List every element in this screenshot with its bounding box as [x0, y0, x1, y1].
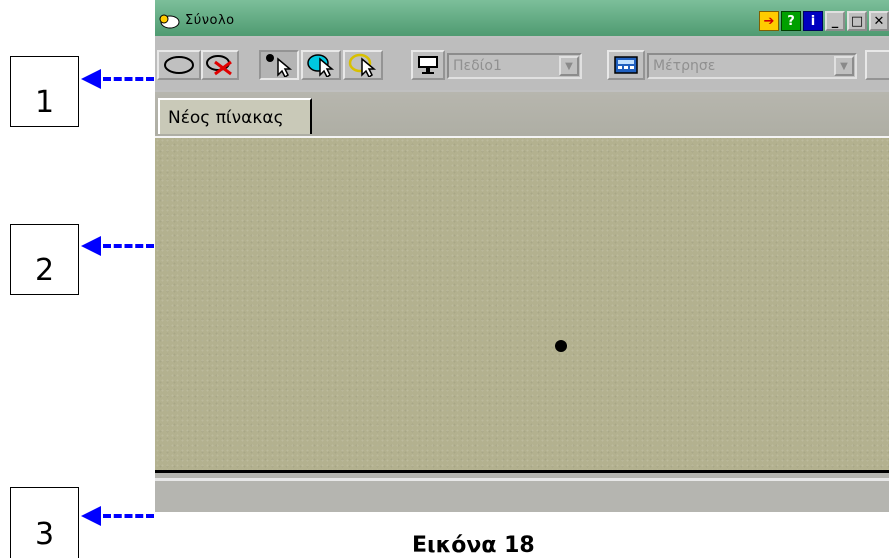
status-bar	[155, 470, 889, 512]
drawing-canvas[interactable]	[155, 138, 889, 470]
chevron-down-icon[interactable]: ▼	[559, 56, 579, 76]
maximize-icon[interactable]: □	[847, 11, 867, 31]
info-icon[interactable]: i	[803, 11, 823, 31]
callout-box-3: 3	[10, 487, 79, 558]
set-select-tool-button[interactable]	[301, 50, 341, 80]
callout-arrow-2	[81, 236, 154, 256]
field-button[interactable]	[411, 50, 445, 80]
delete-set-button[interactable]	[201, 50, 239, 80]
outline-select-tool-button[interactable]	[343, 50, 383, 80]
calculator-icon	[614, 56, 638, 74]
measure-combo[interactable]: Μέτρησε ▼	[647, 53, 857, 79]
title-bar[interactable]: Σύνολο ➔ ? i _ □ ✕	[155, 0, 889, 36]
title-buttons: ➔ ? i _ □ ✕	[759, 11, 889, 31]
tab-new-table[interactable]: Νέος πίνακας	[158, 98, 312, 134]
callout-box-1: 1	[10, 56, 79, 127]
status-divider	[155, 478, 889, 481]
toolbar: Πεδίο1 ▼ Μέτρησε ▼	[155, 38, 889, 90]
close-icon[interactable]: ✕	[869, 11, 889, 31]
ellipse-icon	[164, 56, 194, 74]
cloud-icon	[159, 14, 180, 29]
delete-set-icon	[206, 55, 232, 76]
point-marker[interactable]	[555, 340, 567, 352]
field-combo-value: Πεδίο1	[453, 58, 502, 74]
callout-label-2: 2	[34, 253, 55, 288]
field-combo[interactable]: Πεδίο1 ▼	[447, 53, 582, 79]
callout-label-1: 1	[34, 85, 55, 120]
tab-label: Νέος πίνακας	[168, 108, 284, 128]
monitor-icon	[418, 56, 438, 74]
window-title: Σύνολο	[185, 13, 235, 28]
arrow-icon[interactable]: ➔	[759, 11, 779, 31]
callout-label-3: 3	[34, 517, 55, 552]
callout-box-2: 2	[10, 224, 79, 295]
extra-toolbar-button[interactable]	[865, 50, 889, 80]
measure-button[interactable]	[607, 50, 645, 80]
help-icon[interactable]: ?	[781, 11, 801, 31]
callout-arrow-3	[81, 506, 154, 526]
point-cursor-icon	[266, 54, 293, 77]
chevron-down-icon[interactable]: ▼	[834, 56, 854, 76]
set-cursor-icon	[307, 54, 335, 77]
point-tool-button[interactable]	[259, 50, 299, 80]
tab-bar: Νέος πίνακας	[155, 92, 889, 138]
measure-combo-value: Μέτρησε	[653, 58, 716, 74]
app-window: Σύνολο ➔ ? i _ □ ✕ Πεδίο1 ▼ Μέτρησε ▼ Νέ…	[155, 0, 889, 512]
callout-arrow-1	[81, 69, 154, 89]
outline-cursor-icon	[348, 53, 377, 77]
figure-caption: Εικόνα 18	[412, 533, 535, 558]
new-set-button[interactable]	[157, 50, 201, 80]
minimize-icon[interactable]: _	[825, 11, 845, 31]
